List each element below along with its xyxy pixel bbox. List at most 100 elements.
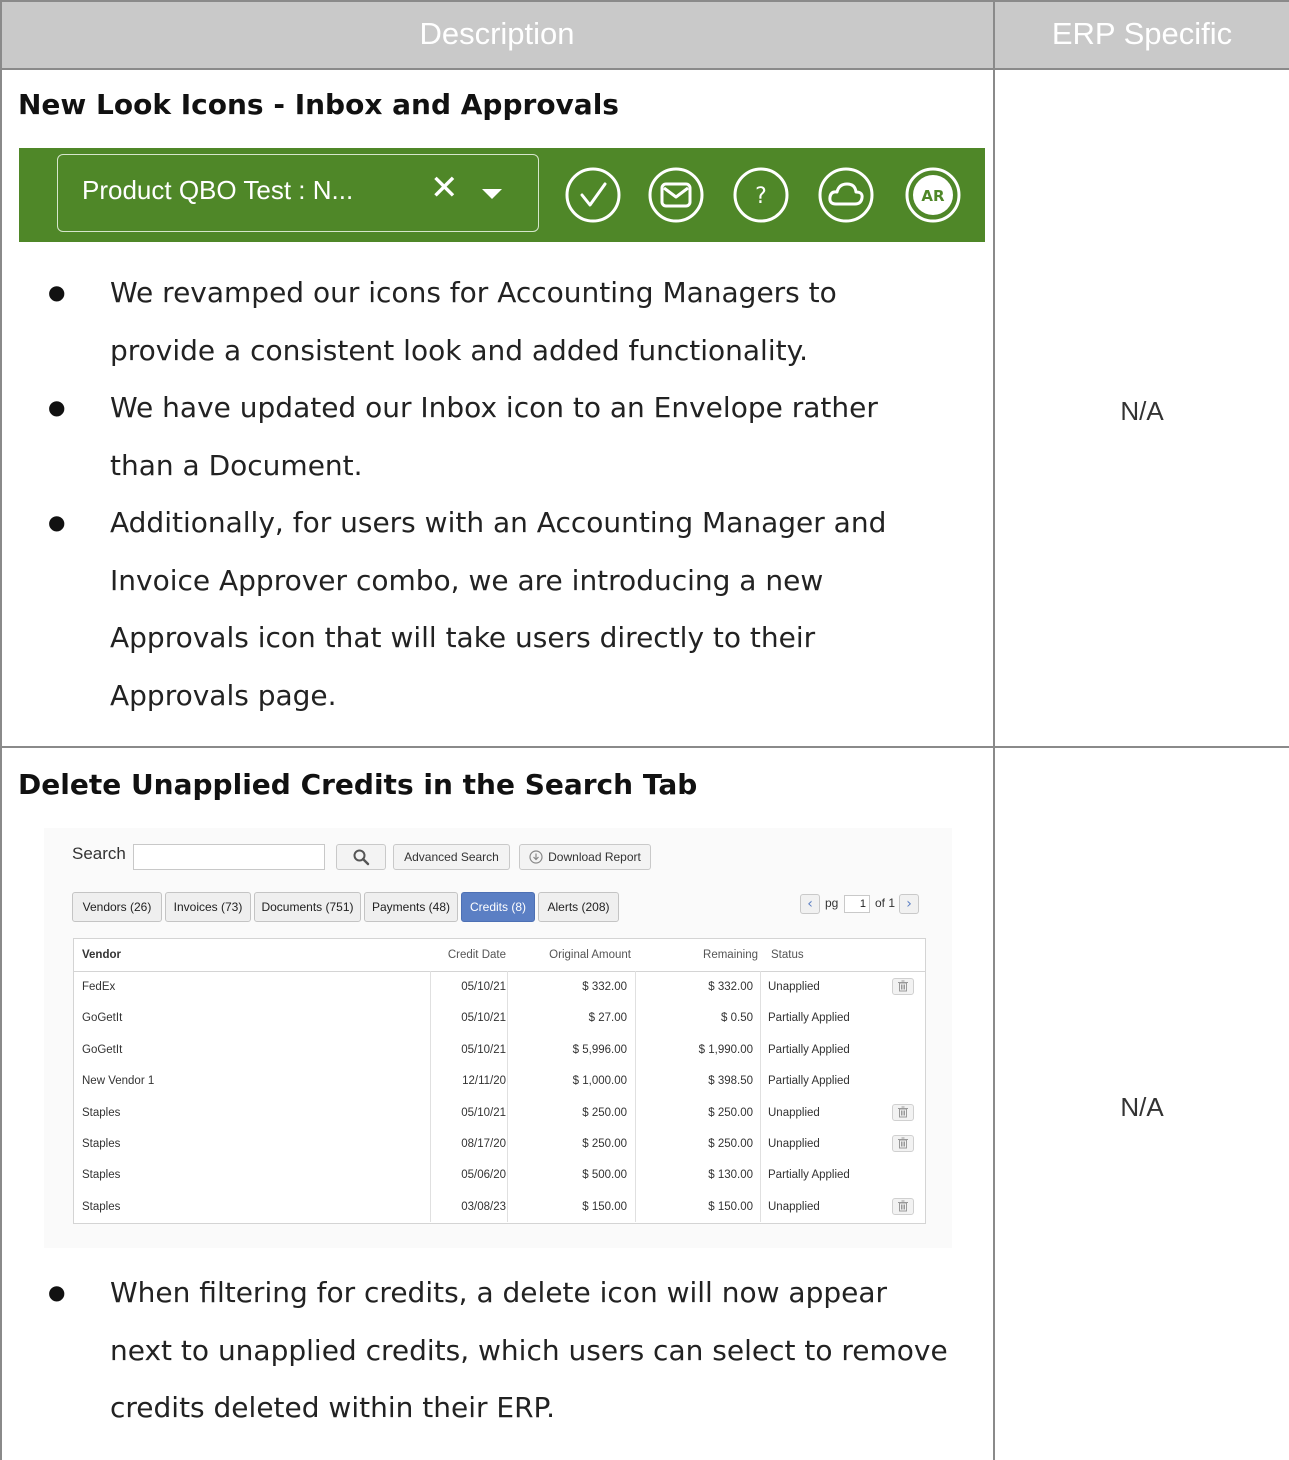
ar-icon[interactable]: AR: [903, 165, 963, 225]
status-cell: Partially Applied: [768, 1169, 850, 1182]
company-select[interactable]: Product QBO Test : N... ✕: [57, 154, 539, 232]
help-glyph: ?: [755, 184, 767, 209]
table-left-border: [0, 0, 2, 1460]
credits-grid: Vendor Credit Date Original Amount Remai…: [73, 938, 926, 1224]
header-bottom-border: [0, 68, 1289, 70]
row-divider: [0, 746, 1289, 748]
question-icon[interactable]: ?: [731, 165, 791, 225]
remaining-cell: $ 250.00: [708, 1106, 753, 1119]
vendor-cell: New Vendor 1: [82, 1075, 155, 1088]
delete-credit-button[interactable]: [892, 1135, 914, 1152]
advanced-search-button[interactable]: Advanced Search: [393, 844, 510, 870]
status-cell: Unapplied: [768, 981, 820, 993]
prev-page-button[interactable]: ‹: [800, 894, 820, 914]
table-row: Staples 03/08/23 $ 150.00 $ 150.00 Unapplied: [74, 1192, 925, 1223]
vendor-cell: GoGetIt: [82, 1043, 123, 1056]
original-amount-cell: $ 250.00: [582, 1106, 627, 1119]
credit-date-cell: 05/10/21: [461, 1106, 506, 1119]
erp-value-section2: N/A: [1120, 1092, 1164, 1122]
search-input[interactable]: [133, 844, 325, 870]
erp-specific-column-header: ERP Specific: [995, 0, 1289, 68]
table-row: New Vendor 1 12/11/20 $ 1,000.00 $ 398.50 Pa…: [74, 1066, 925, 1097]
delete-credit-button[interactable]: [892, 1197, 914, 1215]
check-circle-icon[interactable]: [563, 165, 623, 225]
cloud-icon[interactable]: [816, 165, 876, 225]
trash-icon: [898, 1200, 908, 1212]
bullet-item: We revamped our icons for Accounting Man…: [48, 264, 948, 379]
tab-payments[interactable]: Payments (48): [364, 892, 458, 922]
table-row: Staples 08/17/20 $ 250.00 $ 250.00 Unapplied: [74, 1129, 925, 1160]
trash-icon: [898, 1106, 908, 1118]
credit-date-cell: 05/10/21: [461, 1043, 506, 1056]
remaining-cell: $ 130.00: [708, 1169, 753, 1182]
download-report-button[interactable]: Download Report: [519, 844, 651, 870]
status-cell: Unapplied: [768, 1106, 820, 1119]
search-label: Search: [72, 844, 126, 863]
column-divider: [993, 0, 995, 1460]
credit-date-cell: 08/17/20: [461, 1138, 506, 1150]
release-notes-table: Description ERP Specific New Look Icons …: [0, 0, 1289, 1460]
credit-date-cell: 05/06/20: [461, 1169, 506, 1182]
table-row: Staples 05/06/20 $ 500.00 $ 130.00 Partially…: [74, 1160, 925, 1191]
remaining-cell: $ 332.00: [708, 981, 753, 993]
clear-icon[interactable]: ✕: [430, 168, 459, 208]
column-header-credit-date: Credit Date: [447, 949, 506, 961]
vendor-cell: FedEx: [82, 981, 116, 993]
trash-icon: [898, 980, 908, 992]
pager-label: pg: [825, 896, 839, 910]
search-button[interactable]: [336, 844, 386, 870]
table-row: FedEx 05/10/21 $ 332.00 $ 332.00 Unapplied: [74, 972, 925, 1003]
trash-icon: [898, 1137, 908, 1149]
remaining-cell: $ 150.00: [708, 1200, 753, 1213]
tab-documents[interactable]: Documents (751): [254, 892, 361, 922]
page-total-label: of 1: [875, 896, 896, 910]
vendor-cell: Staples: [82, 1106, 121, 1119]
table-top-border: [0, 0, 1289, 2]
tab-alerts[interactable]: Alerts (208): [538, 892, 619, 922]
section-title-delete-credits: Delete Unapplied Credits in the Search T…: [18, 768, 698, 801]
status-cell: Unapplied: [768, 1200, 820, 1213]
credit-date-cell: 05/10/21: [461, 1012, 506, 1025]
status-cell: Partially Applied: [768, 1012, 850, 1025]
vendor-cell: Staples: [82, 1169, 121, 1182]
vendor-cell: GoGetIt: [82, 1012, 123, 1025]
search-tab-preview: Search Advanced Search Download Report V…: [44, 828, 952, 1248]
top-toolbar-preview: Product QBO Test : N... ✕ ? AR: [19, 148, 985, 242]
envelope-icon[interactable]: [646, 165, 706, 225]
tab-vendors[interactable]: Vendors (26): [72, 892, 162, 922]
search-icon: [353, 849, 370, 866]
credit-date-cell: 03/08/23: [461, 1200, 506, 1213]
download-icon: [529, 850, 543, 864]
description-column-header: Description: [0, 0, 994, 68]
tab-credits[interactable]: Credits (8): [461, 892, 535, 922]
bullet-item: Additionally, for users with an Accounti…: [48, 494, 948, 724]
credit-date-cell: 05/10/21: [461, 981, 506, 993]
erp-value-section1: N/A: [1120, 396, 1164, 426]
original-amount-cell: $ 5,996.00: [572, 1043, 627, 1056]
delete-credit-button[interactable]: [892, 1103, 914, 1121]
vendor-cell: Staples: [82, 1138, 121, 1150]
original-amount-cell: $ 27.00: [588, 1012, 627, 1025]
remaining-cell: $ 1,990.00: [698, 1043, 753, 1056]
vendor-cell: Staples: [82, 1200, 121, 1213]
status-cell: Partially Applied: [768, 1075, 850, 1088]
column-header-vendor: Vendor: [82, 949, 121, 961]
ar-label: AR: [921, 187, 945, 205]
status-cell: Unapplied: [768, 1138, 820, 1150]
original-amount-cell: $ 1,000.00: [572, 1075, 627, 1088]
chevron-down-icon[interactable]: [482, 189, 502, 199]
tab-invoices[interactable]: Invoices (73): [165, 892, 251, 922]
download-report-label: Download Report: [548, 850, 641, 864]
original-amount-cell: $ 250.00: [582, 1138, 627, 1150]
bullet-item: We have updated our Inbox icon to an Env…: [48, 379, 948, 494]
table-row: GoGetIt 05/10/21 $ 27.00 $ 0.50 Partially Ap…: [74, 1003, 925, 1034]
table-row: GoGetIt 05/10/21 $ 5,996.00 $ 1,990.00 Parti…: [74, 1035, 925, 1066]
section1-bullets: We revamped our icons for Accounting Man…: [48, 264, 948, 724]
next-page-button[interactable]: ›: [899, 894, 919, 914]
page-number-input[interactable]: 1: [844, 895, 870, 913]
status-cell: Partially Applied: [768, 1043, 850, 1056]
original-amount-cell: $ 500.00: [582, 1169, 627, 1182]
delete-credit-button[interactable]: [892, 978, 914, 995]
credit-date-cell: 12/11/20: [462, 1075, 506, 1088]
company-select-value: Product QBO Test : N...: [82, 175, 354, 205]
